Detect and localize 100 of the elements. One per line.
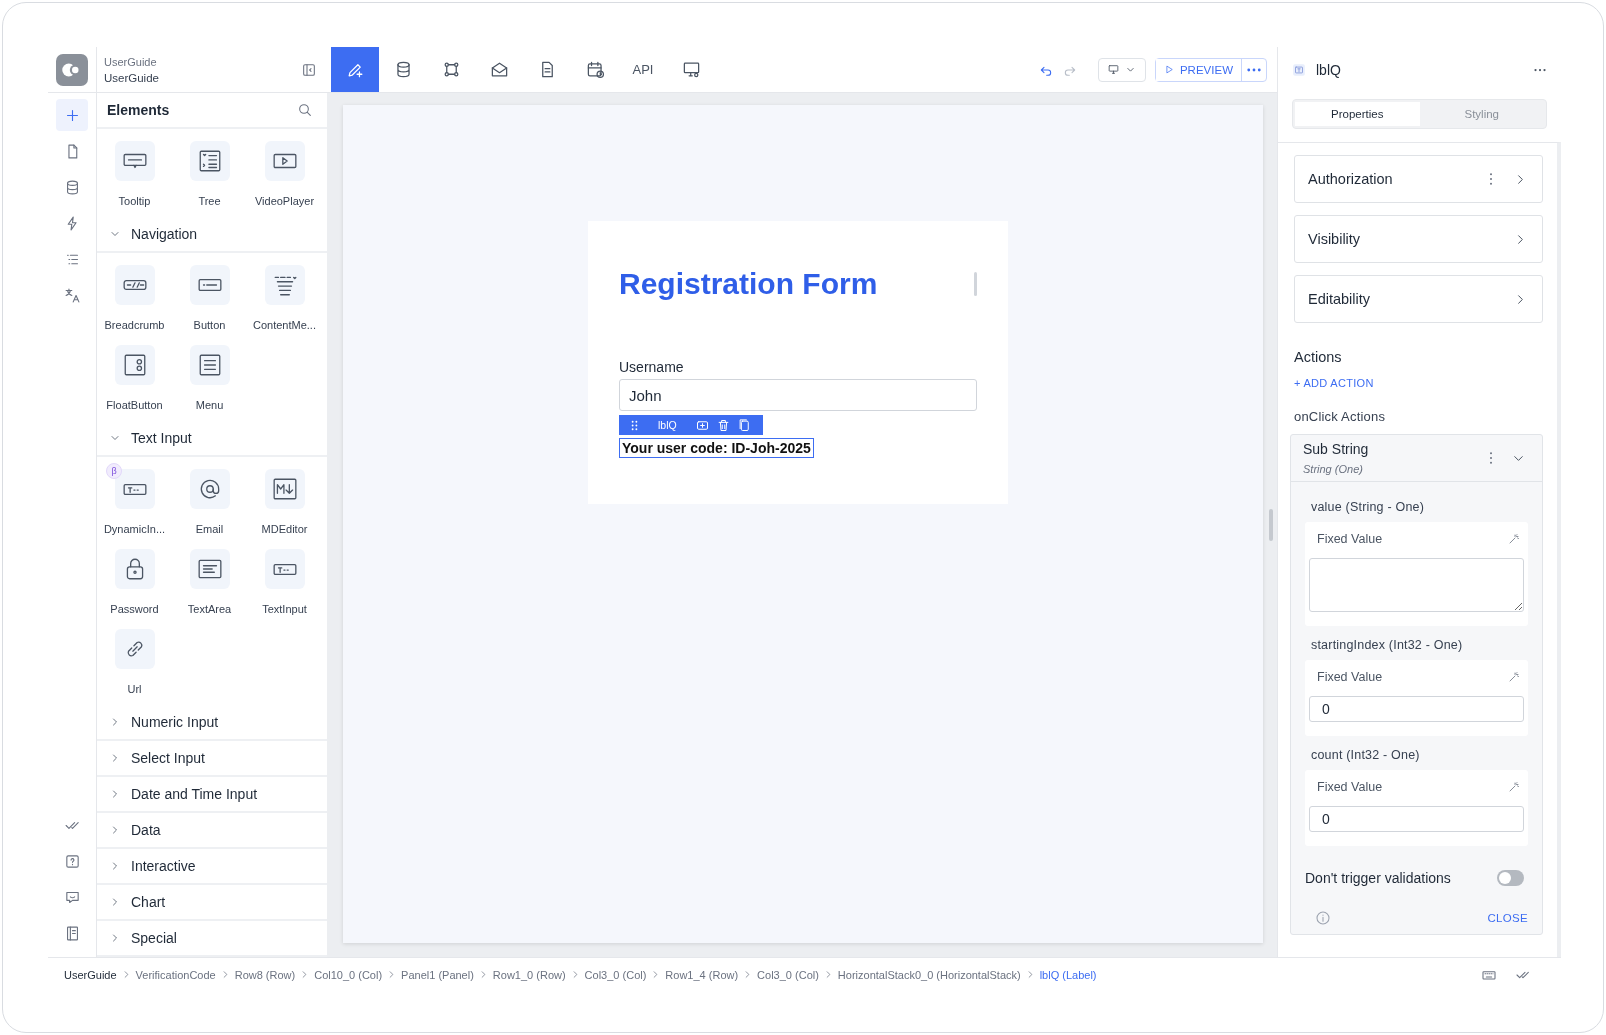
- element-label[interactable]: MDEditor: [261, 523, 308, 535]
- tree-icon[interactable]: [189, 141, 230, 181]
- breadcrumb-link[interactable]: Row8 (Row): [234, 968, 296, 981]
- float-button-icon[interactable]: [114, 345, 155, 385]
- element-label[interactable]: TextInput: [262, 603, 307, 615]
- add-action-link[interactable]: + ADD ACTION: [1294, 377, 1374, 389]
- resize-grip[interactable]: [1269, 509, 1273, 541]
- element-label[interactable]: Tooltip: [118, 195, 151, 207]
- beta-badge: β: [106, 463, 122, 479]
- breadcrumb-link[interactable]: Row1_0 (Row): [492, 968, 566, 981]
- category-header[interactable]: Data: [97, 813, 327, 849]
- collapse-panel-icon[interactable]: [301, 61, 317, 78]
- element-label[interactable]: Email: [195, 523, 224, 535]
- category-header[interactable]: Numeric Input: [97, 705, 327, 741]
- section-title: Editability: [1308, 291, 1372, 307]
- element-label[interactable]: Tree: [198, 195, 221, 207]
- text-input-icon[interactable]: [264, 549, 305, 589]
- value-field[interactable]: [1309, 558, 1524, 612]
- lock-icon[interactable]: [114, 549, 155, 589]
- wand-icon[interactable]: [1508, 781, 1520, 793]
- label-icon: [1292, 63, 1306, 77]
- resize-handle[interactable]: [974, 272, 977, 296]
- event-heading: onClick Actions: [1294, 409, 1387, 424]
- monitor-gear-icon: [681, 60, 701, 79]
- section-title: Authorization: [1308, 171, 1394, 187]
- wand-icon[interactable]: [1508, 671, 1520, 683]
- action-subtitle: String (One): [1303, 463, 1364, 475]
- value-field[interactable]: 0: [1309, 806, 1524, 832]
- parameter-label: count (Int32 - One): [1310, 748, 1421, 762]
- calendar-clock-icon: [585, 60, 605, 79]
- element-label[interactable]: Url: [127, 683, 142, 695]
- device-dropdown[interactable]: [1097, 57, 1146, 82]
- tooltip-icon[interactable]: [114, 141, 155, 181]
- inspector-tab[interactable]: Properties: [1295, 102, 1420, 126]
- element-label[interactable]: Password: [110, 603, 159, 615]
- text-area-icon[interactable]: [189, 549, 230, 589]
- mail-icon: [489, 60, 509, 79]
- section-title: Visibility: [1308, 231, 1362, 247]
- breadcrumb-link[interactable]: Col3_0 (Col): [757, 968, 819, 981]
- element-label[interactable]: Button: [193, 319, 226, 331]
- breadcrumb-link[interactable]: HorizontalStack0_0 (HorizontalStack): [837, 968, 1021, 981]
- element-label[interactable]: ContentMe...: [253, 319, 316, 331]
- api-tab[interactable]: API: [619, 47, 667, 92]
- ellipsis-icon: [1247, 67, 1261, 72]
- category-header[interactable]: Navigation: [97, 217, 327, 253]
- parameter-label: value (String - One): [1310, 500, 1426, 514]
- category-header[interactable]: Select Input: [97, 741, 327, 777]
- selection-name: lblQ: [658, 419, 677, 431]
- element-label[interactable]: FloatButton: [106, 399, 163, 411]
- category-header[interactable]: Date and Time Input: [97, 777, 327, 813]
- search-icon[interactable]: [297, 102, 313, 118]
- action-header[interactable]: Sub String String (One): [1291, 435, 1542, 482]
- breadcrumb-link[interactable]: Panel1 (Panel): [401, 968, 474, 981]
- panel-title: Elements: [107, 102, 170, 118]
- close-button[interactable]: CLOSE: [1487, 912, 1528, 924]
- menu-icon[interactable]: [189, 345, 230, 385]
- breadcrumb-link[interactable]: UserGuide: [64, 968, 117, 981]
- element-label[interactable]: VideoPlayer: [254, 195, 315, 207]
- toolbar-tab[interactable]: [331, 47, 379, 92]
- category-header[interactable]: Interactive: [97, 849, 327, 885]
- toggle-switch[interactable]: [1497, 870, 1524, 886]
- breadcrumb-link[interactable]: Col3_0 (Col): [584, 968, 647, 981]
- value-field[interactable]: 0: [1309, 696, 1524, 722]
- element-label[interactable]: TextArea: [187, 603, 232, 615]
- text-input-icon[interactable]: [114, 469, 155, 509]
- workspace-name: UserGuide: [104, 55, 158, 68]
- breadcrumb-icon[interactable]: [114, 265, 155, 305]
- preview-button[interactable]: PREVIEW: [1155, 58, 1242, 81]
- section-card[interactable]: Authorization: [1294, 155, 1543, 203]
- info-icon[interactable]: [1315, 910, 1331, 926]
- monitor-icon: [1106, 63, 1120, 76]
- element-label[interactable]: Menu: [195, 399, 224, 411]
- form-title: Registration Form: [619, 267, 878, 301]
- app-name: UserGuide: [104, 71, 159, 84]
- breadcrumb-link[interactable]: Row1_4 (Row): [665, 968, 739, 981]
- breadcrumb-link[interactable]: VerificationCode: [135, 968, 216, 981]
- category-header[interactable]: Special: [97, 921, 327, 957]
- field-label: Fixed Value: [1317, 670, 1383, 684]
- toggle-label: Don't trigger validations: [1305, 870, 1451, 886]
- at-sign-icon[interactable]: [189, 469, 230, 509]
- video-player-icon[interactable]: [264, 141, 305, 181]
- section-card[interactable]: Visibility: [1294, 215, 1543, 263]
- breadcrumb-link[interactable]: Col10_0 (Col): [314, 968, 383, 981]
- field-label: Username: [619, 359, 685, 375]
- button-icon[interactable]: [189, 265, 230, 305]
- parameter-label: startingIndex (Int32 - One): [1310, 638, 1464, 652]
- username-field[interactable]: John: [619, 379, 977, 411]
- element-label[interactable]: Breadcrumb: [104, 319, 165, 331]
- breadcrumb-link[interactable]: lblQ (Label): [1039, 968, 1097, 981]
- selected-label[interactable]: Your user code: ID-Joh-2025: [619, 438, 814, 458]
- category-header[interactable]: Text Input: [97, 421, 327, 457]
- wand-icon[interactable]: [1508, 533, 1520, 545]
- menu-lines-icon[interactable]: [264, 265, 305, 305]
- category-header[interactable]: Chart: [97, 885, 327, 921]
- link-icon[interactable]: [114, 629, 155, 669]
- copy-icon[interactable]: [736, 417, 752, 433]
- element-label[interactable]: DynamicIn...: [103, 523, 166, 535]
- section-card[interactable]: Editability: [1294, 275, 1543, 323]
- actions-heading: Actions: [1294, 349, 1343, 365]
- markdown-icon[interactable]: [264, 469, 305, 509]
